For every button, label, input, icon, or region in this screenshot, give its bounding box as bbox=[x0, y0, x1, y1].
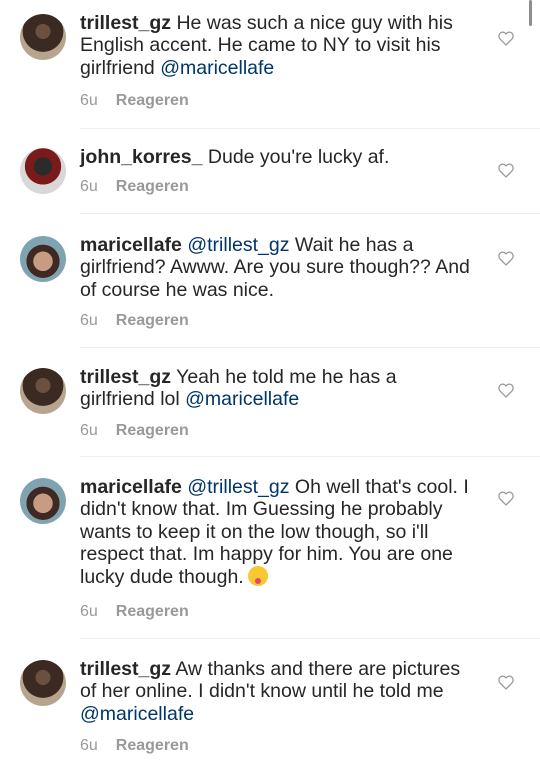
comment-time: 6u bbox=[80, 737, 98, 754]
avatar[interactable] bbox=[20, 14, 66, 60]
comment-username[interactable]: trillest_gz bbox=[80, 366, 171, 388]
heart-outline-icon[interactable] bbox=[497, 162, 515, 178]
heart-outline-icon[interactable] bbox=[497, 674, 515, 690]
comment-text: trillest_gz Yeah he told me he has a gir… bbox=[80, 366, 470, 411]
tongue-out-emoji-icon bbox=[247, 565, 268, 586]
heart-outline-icon[interactable] bbox=[497, 382, 515, 398]
heart-outline-icon[interactable] bbox=[497, 490, 515, 506]
comment-time: 6u bbox=[80, 312, 98, 329]
mention-link[interactable]: @trillest_gz bbox=[187, 234, 289, 256]
comment-username[interactable]: trillest_gz bbox=[80, 12, 171, 34]
comment-username[interactable]: maricellafe bbox=[80, 476, 182, 498]
comment-meta: 6u Reageren bbox=[80, 178, 189, 196]
divider bbox=[80, 638, 540, 639]
comment-text: maricellafe @trillest_gz Oh well that's … bbox=[80, 476, 470, 588]
reply-button[interactable]: Reageren bbox=[116, 178, 189, 195]
scrollbar[interactable] bbox=[529, 0, 532, 26]
comment-meta: 6u Reageren bbox=[80, 737, 189, 755]
reply-button[interactable]: Reageren bbox=[116, 422, 189, 439]
reply-button[interactable]: Reageren bbox=[116, 92, 189, 109]
avatar[interactable] bbox=[20, 368, 66, 414]
divider bbox=[80, 456, 540, 457]
avatar[interactable] bbox=[20, 478, 66, 524]
divider bbox=[80, 128, 540, 129]
comment-meta: 6u Reageren bbox=[80, 92, 189, 110]
reply-button[interactable]: Reageren bbox=[116, 312, 189, 329]
comment-text: trillest_gz Aw thanks and there are pict… bbox=[80, 658, 470, 725]
comment-text: maricellafe @trillest_gz Wait he has a g… bbox=[80, 234, 470, 301]
comment-body: Dude you're lucky af. bbox=[207, 146, 390, 168]
comment-meta: 6u Reageren bbox=[80, 312, 189, 330]
mention-link[interactable]: @maricellafe bbox=[80, 703, 194, 725]
avatar[interactable] bbox=[20, 148, 66, 194]
comment-meta: 6u Reageren bbox=[80, 603, 189, 621]
comment-meta: 6u Reageren bbox=[80, 422, 189, 440]
avatar[interactable] bbox=[20, 236, 66, 282]
reply-button[interactable]: Reageren bbox=[116, 737, 189, 754]
mention-link[interactable]: @maricellafe bbox=[185, 388, 299, 410]
comment-text: john_korres_ Dude you're lucky af. bbox=[80, 146, 470, 168]
heart-outline-icon[interactable] bbox=[497, 30, 515, 46]
comment-username[interactable]: maricellafe bbox=[80, 234, 182, 256]
avatar[interactable] bbox=[20, 660, 66, 706]
comment-time: 6u bbox=[80, 178, 98, 195]
divider bbox=[80, 213, 540, 214]
reply-button[interactable]: Reageren bbox=[116, 603, 189, 620]
comment-username[interactable]: trillest_gz bbox=[80, 658, 171, 680]
heart-outline-icon[interactable] bbox=[497, 250, 515, 266]
mention-link[interactable]: @trillest_gz bbox=[187, 476, 289, 498]
comment-time: 6u bbox=[80, 422, 98, 439]
mention-link[interactable]: @maricellafe bbox=[160, 57, 274, 79]
comment-text: trillest_gz He was such a nice guy with … bbox=[80, 12, 470, 79]
comment-time: 6u bbox=[80, 92, 98, 109]
divider bbox=[80, 347, 540, 348]
comment-username[interactable]: john_korres_ bbox=[80, 146, 202, 168]
comment-time: 6u bbox=[80, 603, 98, 620]
